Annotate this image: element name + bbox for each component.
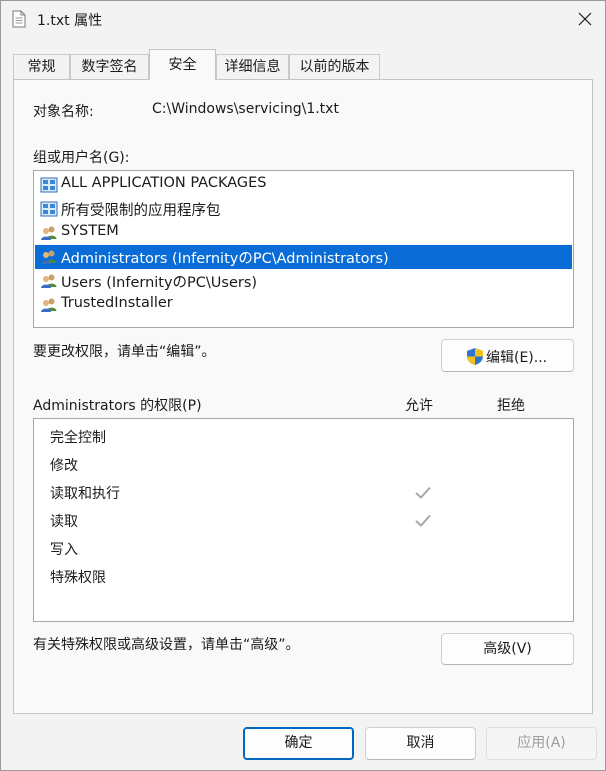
- edit-button-label: 编辑(E)...: [486, 350, 548, 366]
- tab-security[interactable]: 安全: [149, 49, 216, 80]
- close-icon: [578, 12, 592, 26]
- permission-name: 读取: [50, 514, 78, 530]
- properties-dialog: 1.txt 属性 常规 数字签名 安全 详细信息 以前的版本 对象名称: C:\…: [0, 0, 606, 771]
- check-icon: [415, 514, 431, 531]
- apply-button[interactable]: 应用(A): [486, 727, 597, 760]
- group-name: ALL APPLICATION PACKAGES: [61, 175, 267, 191]
- title-bar: 1.txt 属性: [1, 1, 605, 37]
- tab-digital-signatures[interactable]: 数字签名: [70, 54, 149, 79]
- list-item-trustedinstaller[interactable]: TrustedInstaller: [35, 293, 572, 317]
- object-name-value: C:\Windows\servicing\1.txt: [152, 101, 339, 117]
- permission-row-read-execute: 读取和执行: [34, 480, 573, 508]
- groups-listbox[interactable]: ALL APPLICATION PACKAGES 所有受限制的应用程序包 SYS…: [33, 170, 574, 328]
- list-item-administrators[interactable]: Administrators (InfernityのPC\Administrat…: [35, 245, 572, 269]
- tab-details[interactable]: 详细信息: [216, 54, 289, 79]
- permission-row-modify: 修改: [34, 452, 573, 480]
- text-file-icon: [12, 10, 26, 28]
- permissions-list: 完全控制 修改 读取和执行 读取 写入 特殊权限: [33, 418, 574, 622]
- permission-name: 完全控制: [50, 430, 106, 446]
- permission-row-full-control: 完全控制: [34, 424, 573, 452]
- user-group-icon: [40, 297, 58, 313]
- close-button[interactable]: [567, 5, 603, 33]
- permissions-label: Administrators 的权限(P): [33, 398, 202, 414]
- app-package-icon: [40, 177, 58, 193]
- user-group-icon: [40, 225, 58, 241]
- user-group-icon: [40, 273, 58, 289]
- permission-name: 特殊权限: [50, 570, 106, 586]
- check-icon: [415, 486, 431, 503]
- permission-name: 写入: [50, 542, 78, 558]
- app-package-icon: [40, 201, 58, 217]
- list-item-all-application-packages[interactable]: ALL APPLICATION PACKAGES: [35, 173, 572, 197]
- edit-button[interactable]: 编辑(E)...: [441, 339, 574, 372]
- permission-name: 读取和执行: [50, 486, 120, 502]
- permission-row-write: 写入: [34, 536, 573, 564]
- list-item-system[interactable]: SYSTEM: [35, 221, 572, 245]
- tab-general[interactable]: 常规: [13, 54, 70, 79]
- group-name: TrustedInstaller: [61, 295, 173, 311]
- group-name: SYSTEM: [61, 223, 119, 239]
- advanced-button[interactable]: 高级(V): [441, 633, 574, 665]
- list-item-users[interactable]: Users (InfernityのPC\Users): [35, 269, 572, 293]
- group-name: 所有受限制的应用程序包: [61, 203, 221, 219]
- cancel-button[interactable]: 取消: [365, 727, 476, 760]
- group-name: Users (InfernityのPC\Users): [61, 275, 258, 291]
- permission-name: 修改: [50, 458, 78, 474]
- list-item-restricted-packages[interactable]: 所有受限制的应用程序包: [35, 197, 572, 221]
- window-title: 1.txt 属性: [37, 13, 103, 29]
- ok-button[interactable]: 确定: [243, 727, 354, 760]
- permission-row-special: 特殊权限: [34, 564, 573, 592]
- object-name-label: 对象名称:: [33, 104, 94, 120]
- group-name: Administrators (InfernityのPC\Administrat…: [61, 251, 389, 267]
- change-permissions-hint: 要更改权限，请单击“编辑”。: [33, 344, 216, 360]
- uac-shield-icon: [466, 347, 484, 370]
- allow-column-header: 允许: [405, 398, 433, 414]
- groups-label: 组或用户名(G):: [33, 150, 130, 166]
- deny-column-header: 拒绝: [497, 398, 525, 414]
- user-group-icon: [40, 249, 58, 265]
- advanced-hint: 有关特殊权限或高级设置，请单击“高级”。: [33, 637, 300, 653]
- tab-previous-versions[interactable]: 以前的版本: [289, 54, 380, 79]
- permission-row-read: 读取: [34, 508, 573, 536]
